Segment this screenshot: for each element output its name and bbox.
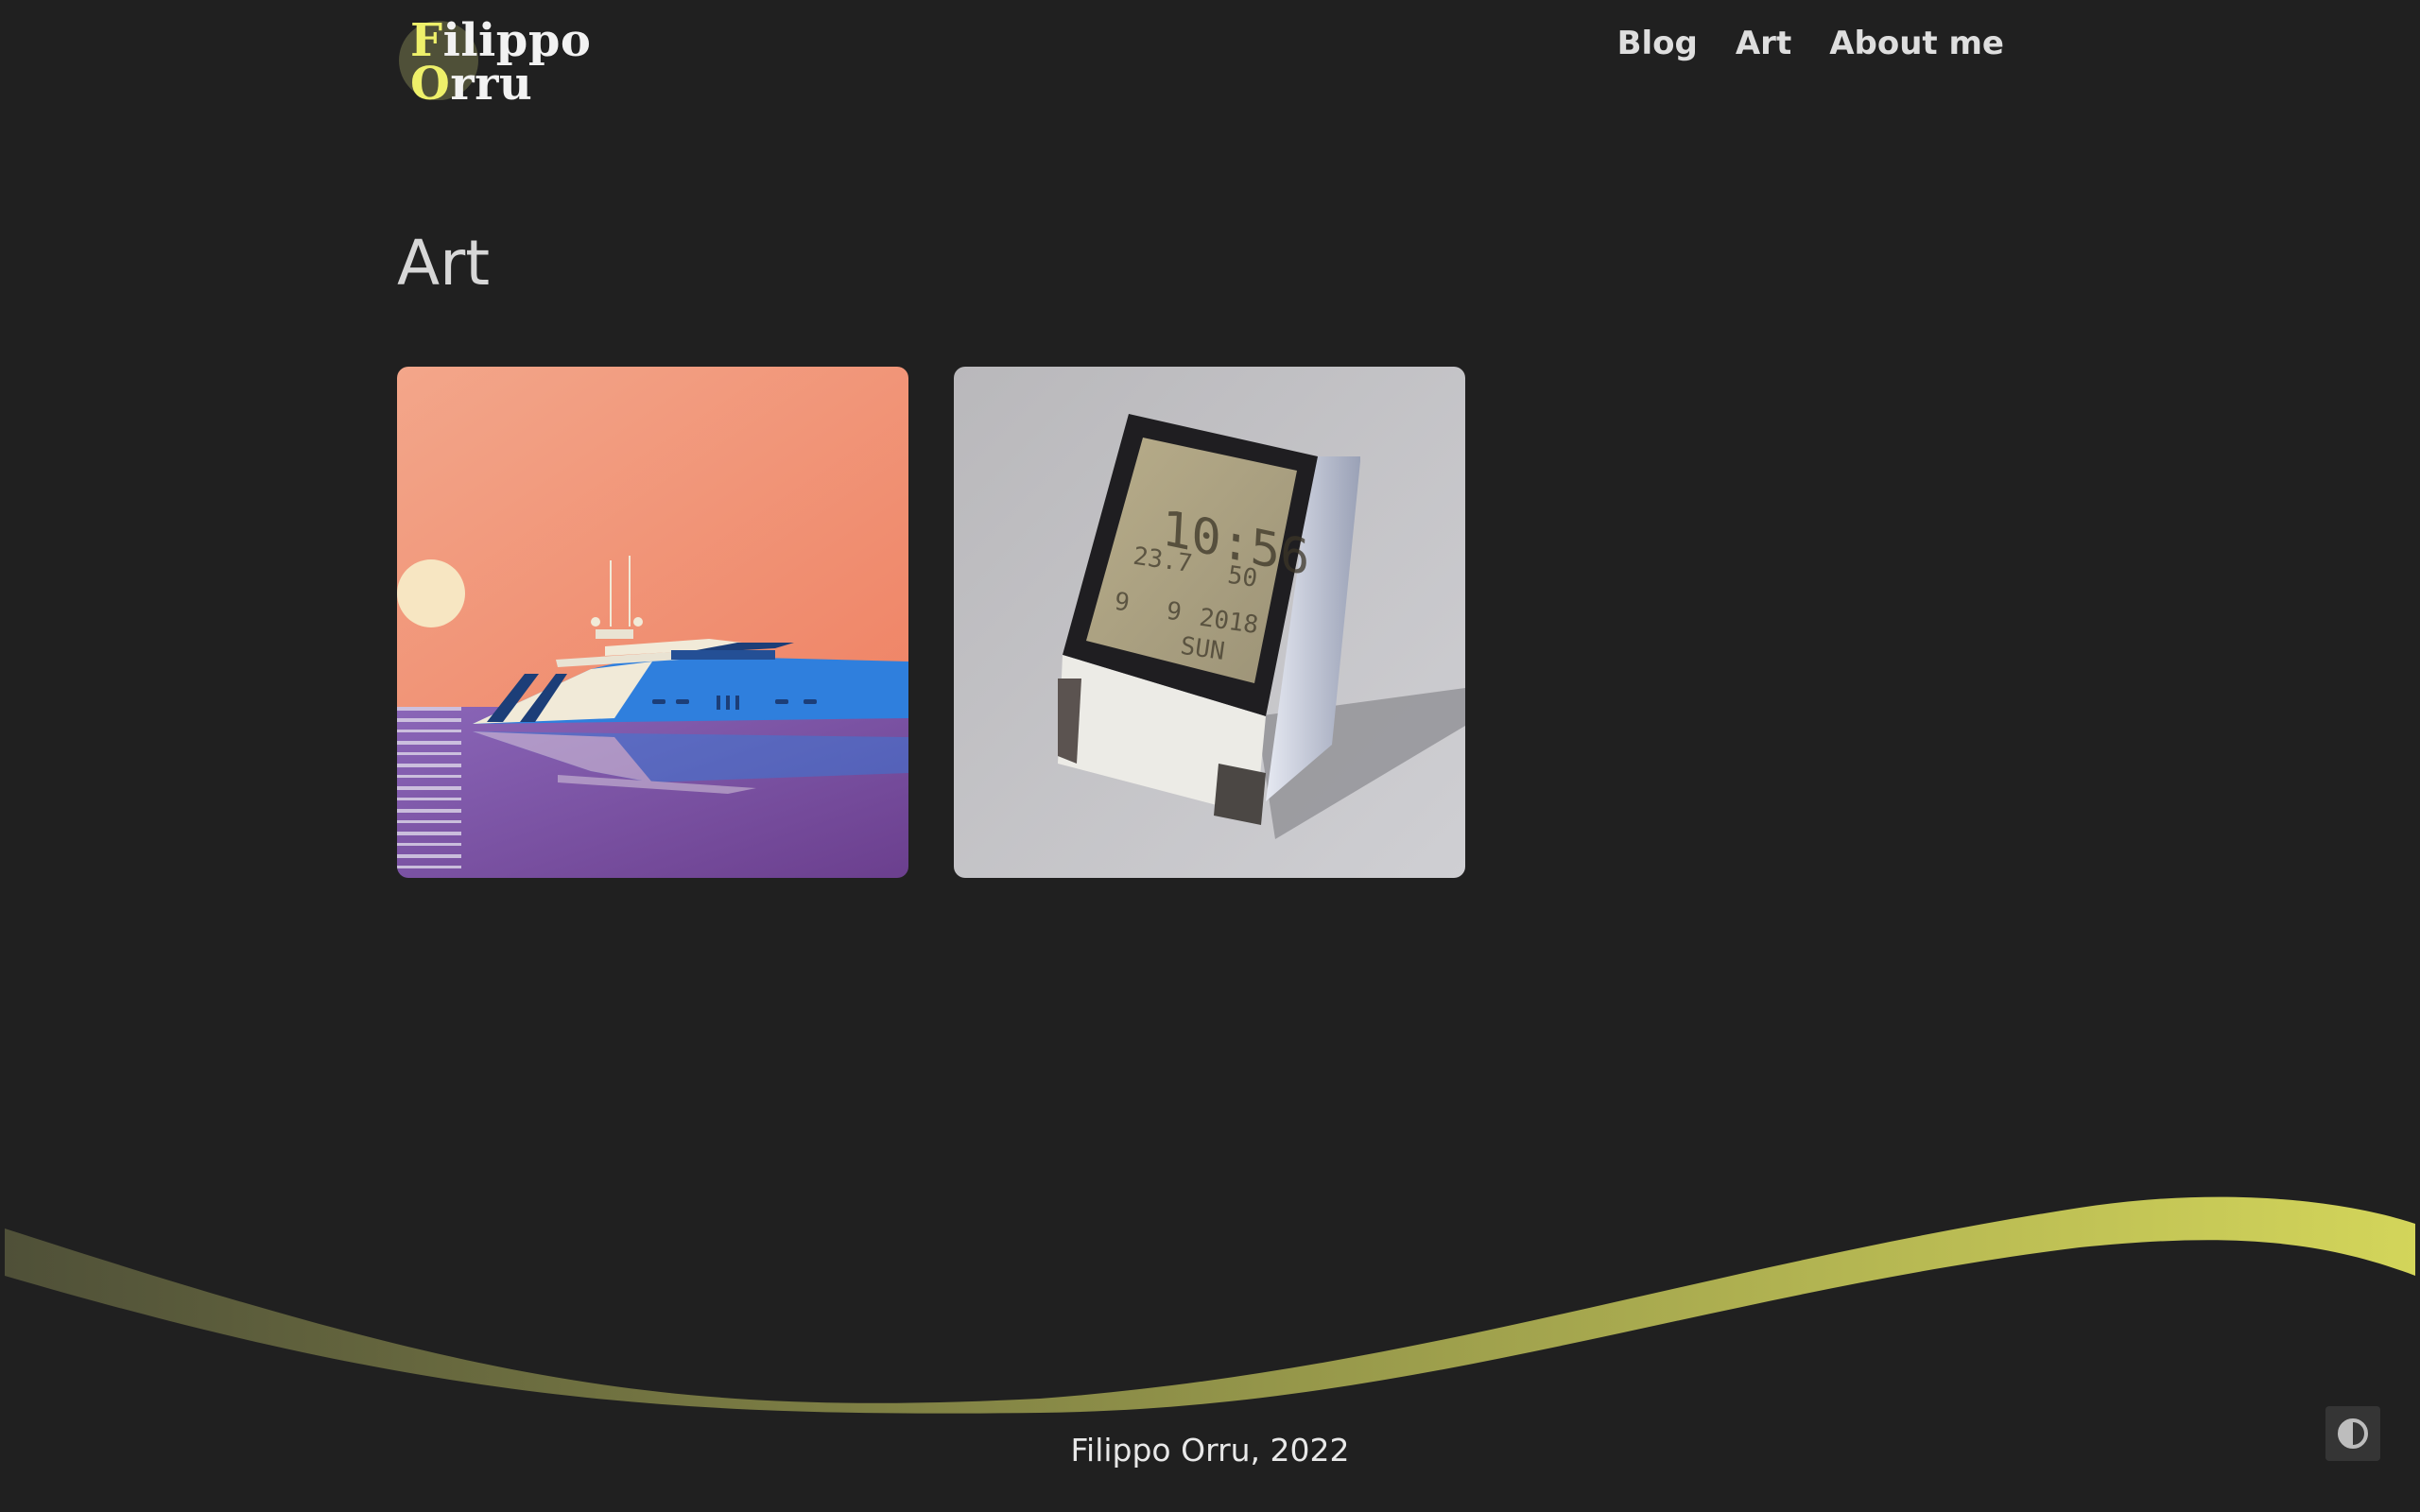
svg-text:50: 50 bbox=[1226, 561, 1259, 593]
half-circle-contrast-icon bbox=[2338, 1418, 2368, 1449]
art-card-clock[interactable]: 10:56 23.7 50 9 9 2018 SUN bbox=[954, 367, 1465, 878]
page-title: Art bbox=[397, 227, 491, 300]
nav-art[interactable]: Art bbox=[1736, 25, 1791, 62]
logo-line-first: Filippo bbox=[397, 18, 591, 63]
logo-initial-o: O bbox=[410, 58, 451, 111]
nav-about-me[interactable]: About me bbox=[1829, 25, 2004, 62]
logo-rest-last: rru bbox=[450, 58, 533, 111]
nav-blog[interactable]: Blog bbox=[1617, 25, 1698, 62]
logo-line-last: Orru bbox=[397, 61, 586, 107]
art-card-yacht[interactable] bbox=[397, 367, 908, 878]
footer-copyright: Filippo Orru, 2022 bbox=[1070, 1432, 1350, 1469]
yacht-illustration bbox=[397, 367, 908, 878]
site-logo[interactable]: Filippo Orru bbox=[397, 18, 591, 123]
theme-toggle-button[interactable] bbox=[2325, 1406, 2380, 1461]
footer-wave bbox=[5, 1196, 2415, 1414]
art-gallery: 10:56 23.7 50 9 9 2018 SUN bbox=[397, 367, 1465, 878]
clock-photo: 10:56 23.7 50 9 9 2018 SUN bbox=[954, 367, 1465, 878]
site-header: Filippo Orru Blog Art About me bbox=[397, 18, 2004, 123]
main-nav: Blog Art About me bbox=[1617, 25, 2004, 62]
